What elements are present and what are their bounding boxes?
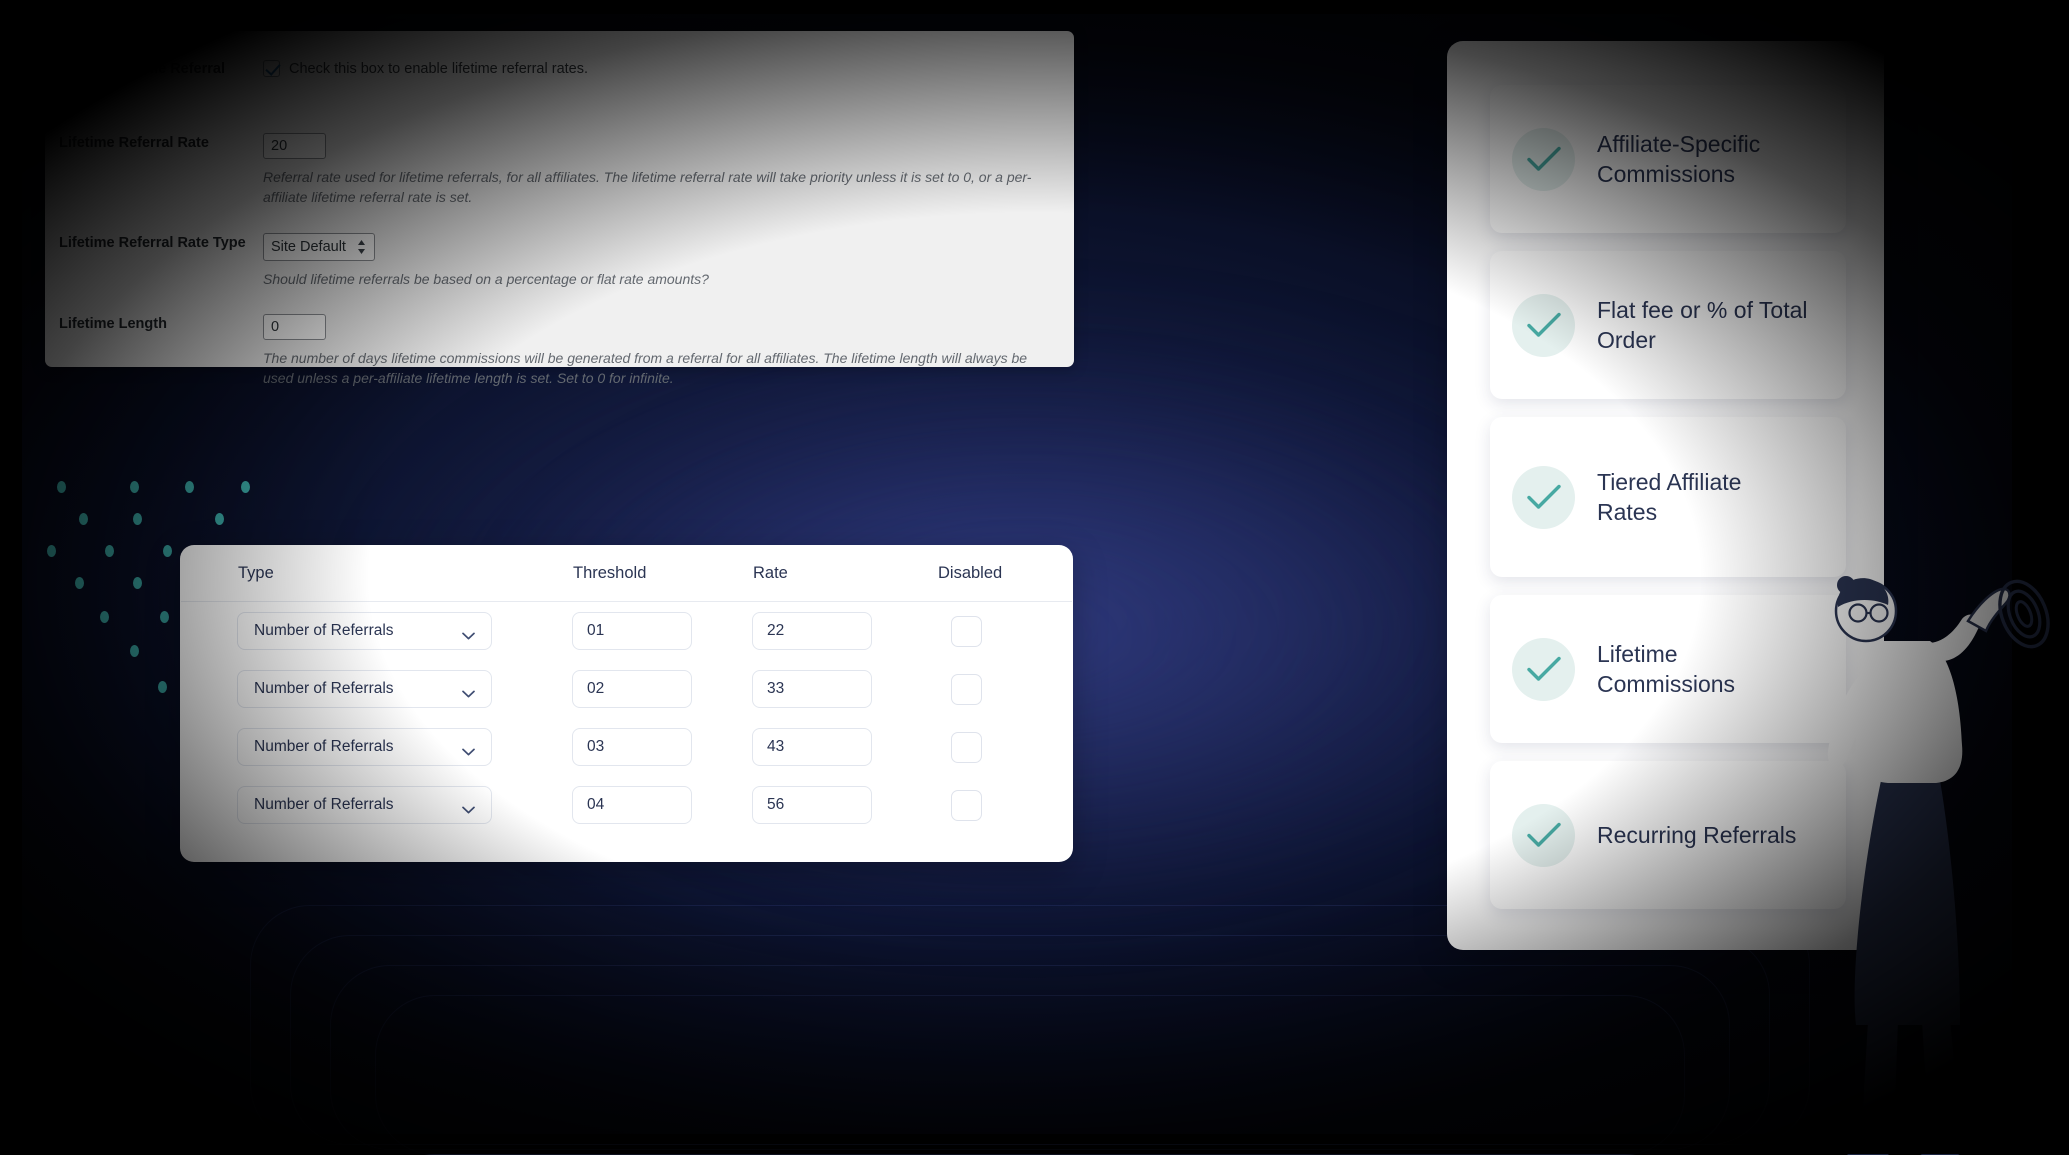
checkbox-label: Check this box to enable lifetime referr…: [289, 60, 588, 77]
tier-threshold-value: 02: [587, 680, 605, 697]
feature-card: Recurring Referrals: [1490, 761, 1846, 909]
column-header-threshold: Threshold: [573, 563, 647, 582]
enable-lifetime-referral-rates-checkbox[interactable]: [263, 60, 280, 77]
feature-highlights-panel: Affiliate-Specific Commissions Flat fee o…: [1447, 41, 1884, 950]
tier-rate-cell: 56: [752, 786, 937, 824]
chevron-down-icon: [462, 743, 475, 756]
lifetime-length-input[interactable]: [263, 314, 326, 341]
tier-threshold-cell: 02: [572, 670, 752, 708]
check-icon: [1512, 127, 1575, 191]
tier-rate-cell: 43: [752, 728, 937, 766]
tier-type-select[interactable]: Number of Referrals: [237, 670, 492, 708]
tier-rate-input[interactable]: 22: [752, 612, 872, 650]
feature-card: Lifetime Commissions: [1490, 595, 1846, 743]
setting-row-lifetime-referral-rate: Lifetime Referral Rate Referral rate use…: [45, 133, 1074, 207]
tier-type-select[interactable]: Number of Referrals: [237, 786, 492, 824]
tier-row: Number of Referrals 02 33: [180, 660, 1073, 718]
tier-rate-value: 56: [767, 796, 785, 813]
field-label: Lifetime Referral Rate: [59, 135, 209, 152]
tier-rate-cell: 33: [752, 670, 937, 708]
feature-card: Affiliate-Specific Commissions: [1490, 85, 1846, 233]
tier-type-cell: Number of Referrals: [237, 612, 572, 650]
tier-rate-input[interactable]: 43: [752, 728, 872, 766]
tier-threshold-input[interactable]: 04: [572, 786, 692, 824]
tier-threshold-cell: 03: [572, 728, 752, 766]
chevron-down-icon: [462, 685, 475, 698]
feature-label: Recurring Referrals: [1597, 821, 1797, 848]
tier-rate-cell: 22: [752, 612, 937, 650]
tier-rate-input[interactable]: 33: [752, 670, 872, 708]
tier-disabled-cell: [937, 731, 1057, 763]
feature-label: Affiliate-Specific Commissions: [1597, 130, 1761, 187]
field-label: Lifetime Length: [59, 316, 167, 333]
column-header-rate: Rate: [753, 563, 788, 582]
column-header-disabled: Disabled: [938, 563, 1003, 582]
tier-disabled-checkbox[interactable]: [951, 731, 982, 763]
feature-card-list: Affiliate-Specific Commissions Flat fee o…: [1447, 85, 1884, 909]
tier-threshold-value: 03: [587, 738, 605, 755]
tier-type-value: Number of Referrals: [254, 622, 394, 639]
feature-card: Flat fee or % of Total Order: [1490, 251, 1846, 399]
tier-type-value: Number of Referrals: [254, 738, 394, 755]
lifetime-referral-rate-input[interactable]: [263, 133, 326, 160]
lifetime-referral-settings-panel: Enable Lifetime Referral Rates Check thi…: [45, 31, 1074, 386]
tier-threshold-value: 01: [587, 622, 605, 639]
setting-row-enable-lifetime-referral-rates: Enable Lifetime Referral Rates Check thi…: [45, 59, 1074, 96]
decorative-spiral-icon: [1998, 579, 2050, 649]
check-icon: [1512, 465, 1575, 529]
tier-rate-input[interactable]: 56: [752, 786, 872, 824]
tier-table-body: Number of Referrals 01 22 Number of Referra…: [180, 602, 1073, 834]
tier-threshold-input[interactable]: 01: [572, 612, 692, 650]
chevron-down-icon: [462, 801, 475, 814]
tier-threshold-value: 04: [587, 796, 605, 813]
select-value: Site Default: [271, 239, 346, 255]
tier-disabled-cell: [937, 789, 1057, 821]
tier-threshold-cell: 04: [572, 786, 752, 824]
tier-type-cell: Number of Referrals: [237, 786, 572, 824]
tier-table-header: Type Threshold Rate Disabled: [181, 545, 1072, 602]
tier-type-value: Number of Referrals: [254, 680, 394, 697]
lifetime-referral-rate-type-select[interactable]: Site Default: [263, 233, 375, 261]
feature-label: Tiered Affiliate Rates: [1597, 468, 1742, 525]
check-icon: [1512, 803, 1575, 867]
tiered-rates-card: Type Threshold Rate Disabled Number of R…: [180, 545, 1073, 862]
tier-threshold-input[interactable]: 03: [572, 728, 692, 766]
tier-disabled-checkbox[interactable]: [951, 789, 982, 821]
check-icon: [1512, 637, 1575, 701]
feature-label: Flat fee or % of Total Order: [1597, 296, 1808, 353]
field-description: Should lifetime referrals be based on a …: [263, 271, 709, 287]
tier-row: Number of Referrals 04 56: [180, 776, 1073, 834]
tier-rate-value: 33: [767, 680, 785, 697]
chevron-down-icon: [462, 627, 475, 640]
tier-type-cell: Number of Referrals: [237, 670, 572, 708]
tier-type-select[interactable]: Number of Referrals: [237, 612, 492, 650]
tier-threshold-input[interactable]: 02: [572, 670, 692, 708]
check-icon: [1512, 293, 1575, 357]
field-label: Enable Lifetime Referral Rates: [59, 61, 225, 95]
column-header-type: Type: [238, 563, 274, 582]
tier-type-select[interactable]: Number of Referrals: [237, 728, 492, 766]
tier-row: Number of Referrals 01 22: [180, 602, 1073, 660]
feature-label: Lifetime Commissions: [1597, 640, 1736, 697]
field-description: Referral rate used for lifetime referral…: [263, 169, 1032, 205]
tier-rate-value: 43: [767, 738, 785, 755]
setting-row-lifetime-length: Lifetime Length The number of days lifet…: [45, 314, 1074, 388]
tier-disabled-checkbox[interactable]: [951, 615, 982, 647]
feature-card: Tiered Affiliate Rates: [1490, 417, 1846, 577]
tier-threshold-cell: 01: [572, 612, 752, 650]
tier-row: Number of Referrals 03 43: [180, 718, 1073, 776]
tier-disabled-checkbox[interactable]: [951, 673, 982, 705]
tier-type-value: Number of Referrals: [254, 796, 394, 813]
field-description: The number of days lifetime commissions …: [263, 350, 1028, 386]
setting-row-lifetime-referral-rate-type: Lifetime Referral Rate Type Site Default…: [45, 233, 1074, 289]
tier-type-cell: Number of Referrals: [237, 728, 572, 766]
tier-rate-value: 22: [767, 622, 785, 639]
tier-disabled-cell: [937, 615, 1057, 647]
field-label: Lifetime Referral Rate Type: [59, 235, 246, 251]
tier-disabled-cell: [937, 673, 1057, 705]
